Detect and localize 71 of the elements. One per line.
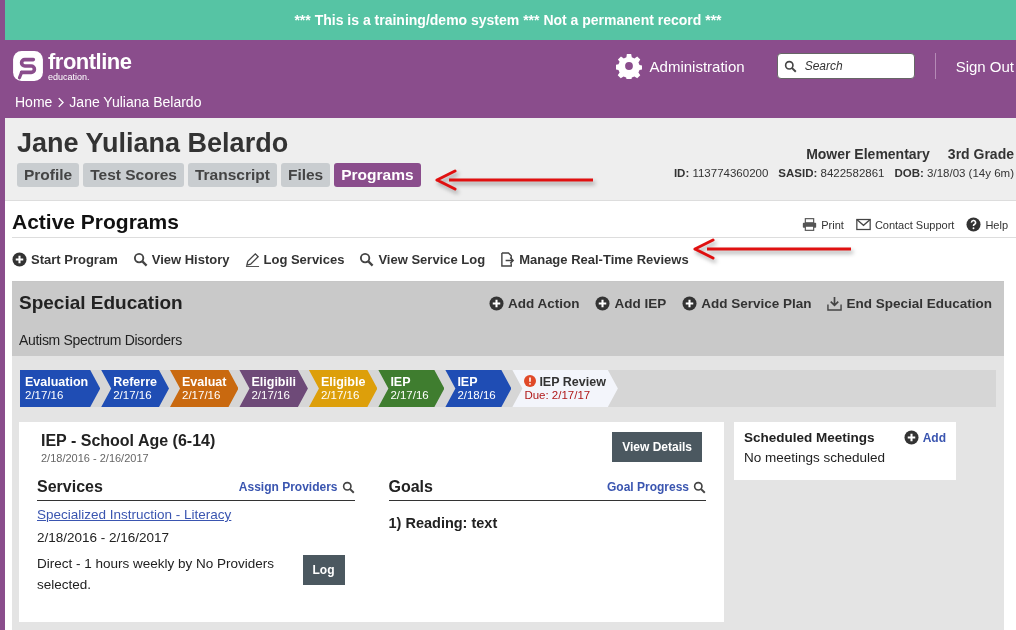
tab[interactable]: Files [280, 163, 331, 187]
section-heading: Services [37, 478, 103, 496]
add-meeting-link[interactable]: Add [922, 430, 946, 445]
student-identifier: SASID: 8422582861 [778, 167, 885, 179]
plus-icon [903, 430, 919, 445]
step-chevron[interactable]: Evaluat 2/17/16 [170, 370, 239, 407]
service-dates: 2/18/2016 - 2/16/2017 [37, 530, 171, 545]
program-action-link[interactable]: Add Action [507, 295, 580, 311]
student-name: Jane Yuliana Belardo [17, 128, 290, 159]
search-field[interactable]: Search [776, 53, 915, 79]
iep-dates: 2/18/2016 - 2/16/2017 [41, 452, 150, 464]
school-name: Mower Elementary [806, 146, 930, 162]
program-action-link[interactable]: Add IEP [614, 295, 667, 311]
action-link[interactable]: Start Program [31, 251, 118, 267]
empty-message: No meetings scheduled [744, 450, 887, 465]
student-identifier: DOB: 3/18/03 (14y 6m) [894, 167, 1014, 179]
envelope-icon [855, 217, 871, 232]
administration-link[interactable]: Administration [649, 57, 745, 75]
view-details-button[interactable]: View Details [612, 432, 702, 462]
step-chevron[interactable]: Eligibili 2/17/16 [239, 370, 308, 407]
program-action-link[interactable]: Add Service Plan [701, 295, 812, 311]
program-title: Special Education [19, 292, 183, 314]
tab[interactable]: Transcript [187, 163, 277, 187]
iep-title: IEP - School Age (6-14) [41, 432, 216, 450]
utility-link[interactable]: Print [821, 218, 844, 231]
program-action-link[interactable]: End Special Education [846, 295, 992, 311]
section-link[interactable]: Goal Progress [606, 480, 689, 494]
plus-icon [12, 251, 27, 267]
goal-item: 1) Reading: text [388, 515, 499, 531]
printer-icon [802, 217, 818, 232]
tab[interactable]: Profile [17, 163, 80, 187]
step-chevron[interactable]: IEP 2/17/16 [378, 370, 445, 407]
logo-tagline: education. [48, 72, 91, 82]
action-link[interactable]: View History [151, 251, 230, 267]
log-button[interactable]: Log [302, 555, 345, 585]
step-chevron[interactable]: IEP Review Due: 2/17/17 [512, 370, 618, 407]
action-link[interactable]: View Service Log [378, 251, 486, 267]
demo-banner: *** This is a training/demo system *** Not a permanent record *** [5, 0, 1016, 40]
service-description: Direct - 1 hours weekly by No Providers selected. [37, 555, 276, 594]
grade-level: 3rd Grade [947, 146, 1014, 162]
logo-icon [12, 50, 44, 82]
action-link[interactable]: Manage Real-Time Reviews [519, 251, 689, 267]
breadcrumb-link[interactable]: Jane Yuliana Belardo [69, 94, 202, 110]
search-icon [132, 251, 148, 267]
logo-name: frontline [48, 50, 132, 73]
service-link[interactable]: Specialized Instruction - Literacy [37, 507, 355, 522]
alert-icon [524, 375, 537, 387]
page-title: Active Programs [12, 210, 179, 234]
tab[interactable]: Test Scores [83, 163, 184, 187]
utility-link[interactable]: Contact Support [874, 218, 955, 231]
gear-icon [615, 53, 642, 79]
section-link[interactable]: Assign Providers [238, 480, 338, 494]
student-identifier: ID: 113774360200 [673, 167, 769, 179]
utility-link[interactable]: Help [985, 218, 1008, 231]
download-icon [827, 295, 843, 311]
search-icon [341, 480, 355, 494]
chevron-icon [57, 96, 65, 108]
sign-out-link[interactable]: Sign Out [955, 57, 1014, 75]
meetings-title: Scheduled Meetings [744, 430, 875, 445]
action-link[interactable]: Log Services [263, 251, 345, 267]
pencil-icon [244, 251, 260, 267]
step-chevron[interactable]: Referre 2/17/16 [101, 370, 169, 407]
step-chevron[interactable]: IEP 2/18/16 [445, 370, 512, 407]
tab[interactable]: Programs [334, 163, 421, 187]
breadcrumb-link[interactable]: Home [15, 94, 53, 110]
export-icon [500, 251, 516, 267]
section-heading: Goals [388, 478, 433, 496]
step-chevron[interactable]: Evaluation 2/17/16 [20, 370, 101, 407]
search-icon [693, 480, 706, 494]
help-icon [966, 217, 982, 232]
search-icon [359, 251, 375, 267]
